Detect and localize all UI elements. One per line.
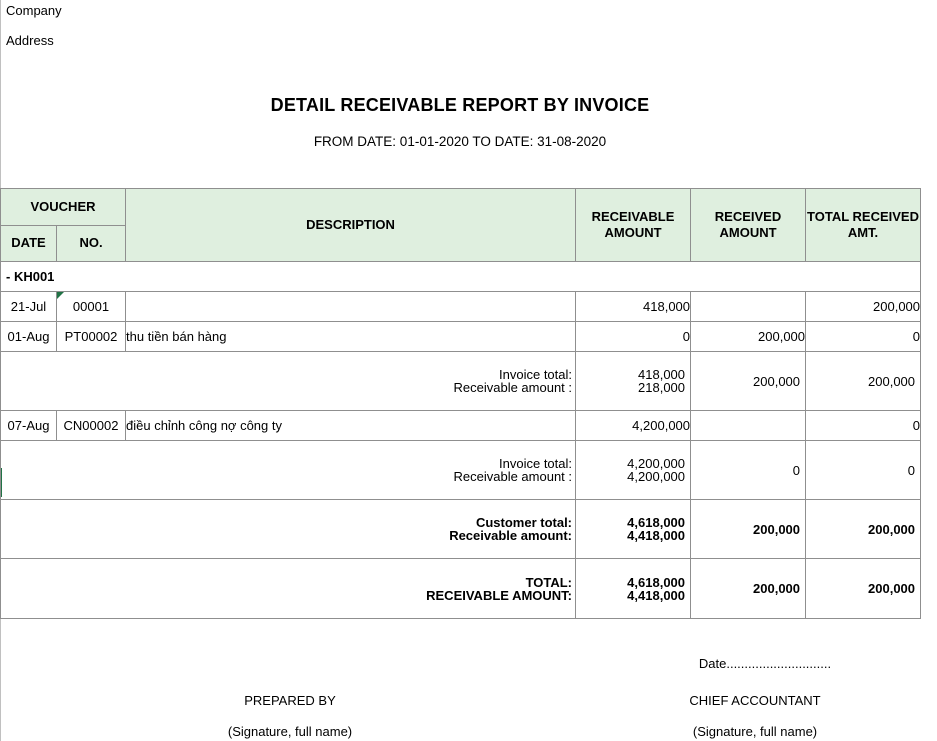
invoice-subtotal-block-1: Invoice total: Receivable amount : 418,0…: [1, 352, 921, 411]
signature-note-right: (Signature, full name): [595, 724, 915, 739]
voucher-date-cell[interactable]: 01-Aug: [1, 322, 57, 352]
header-voucher[interactable]: VOUCHER: [1, 189, 126, 226]
received-amount-cell[interactable]: [691, 292, 806, 322]
header-description[interactable]: DESCRIPTION: [126, 189, 576, 262]
grand-total-block: TOTAL: RECEIVABLE AMOUNT: 4,618,000 4,41…: [1, 559, 921, 619]
grand-receivable-amount-value: 4,418,000: [576, 589, 690, 602]
customer-total-block: Customer total: Receivable amount: 4,618…: [1, 500, 921, 559]
voucher-no-cell[interactable]: CN00002: [57, 411, 126, 441]
invoice-row-2: 07-Aug CN00002 điều chỉnh công nợ công t…: [1, 411, 921, 441]
subtotal-total-received-cell[interactable]: 0: [806, 441, 921, 500]
received-amount-cell[interactable]: 200,000: [691, 322, 806, 352]
receivable-amount-cell[interactable]: 0: [576, 322, 691, 352]
invoice-total-received: 0: [691, 464, 805, 477]
customer-group-row: - KH001: [1, 262, 921, 292]
header-voucher-no[interactable]: NO.: [57, 226, 126, 262]
subtotal-receivable-cell[interactable]: 4,200,000 4,200,000: [576, 441, 691, 500]
report-date-range: FROM DATE: 01-01-2020 TO DATE: 31-08-202…: [0, 134, 920, 149]
customer-total-total-received-cell[interactable]: 200,000: [806, 500, 921, 559]
grand-total-received: 200,000: [691, 582, 805, 595]
receivable-amount-label: Receivable amount :: [1, 381, 575, 394]
description-cell[interactable]: điều chỉnh công nợ công ty: [126, 411, 576, 441]
grand-total-receivable: 4,618,000: [576, 576, 690, 589]
voucher-no-value: 00001: [73, 299, 109, 314]
voucher-no-cell[interactable]: PT00002: [57, 322, 126, 352]
signature-note-left: (Signature, full name): [130, 724, 450, 739]
invoice-total-received: 200,000: [691, 375, 805, 388]
customer-code-cell[interactable]: - KH001: [1, 262, 921, 292]
subtotal-labels-cell[interactable]: Invoice total: Receivable amount :: [1, 352, 576, 411]
receivable-amount-value: 4,200,000: [576, 470, 690, 483]
subtotal-total-received-cell[interactable]: 200,000: [806, 352, 921, 411]
grand-total-received-cell[interactable]: 200,000: [691, 559, 806, 619]
description-cell[interactable]: thu tiền bán hàng: [126, 322, 576, 352]
grand-total-total-received-cell[interactable]: 200,000: [806, 559, 921, 619]
grand-total-labels-cell[interactable]: TOTAL: RECEIVABLE AMOUNT:: [1, 559, 576, 619]
report-page: Company Address DETAIL RECEIVABLE REPORT…: [0, 0, 937, 741]
payment-row-1: 01-Aug PT00002 thu tiền bán hàng 0 200,0…: [1, 322, 921, 352]
subtotal-received-cell[interactable]: 200,000: [691, 352, 806, 411]
customer-total-total-received: 200,000: [806, 523, 920, 536]
receivable-amount-value: 218,000: [576, 381, 690, 394]
company-label: Company: [6, 3, 62, 18]
chief-accountant-label: CHIEF ACCOUNTANT: [595, 693, 915, 708]
subtotal-labels-cell[interactable]: Invoice total: Receivable amount :: [1, 441, 576, 500]
customer-receivable-amount-value: 4,418,000: [576, 529, 690, 542]
customer-total-received-cell[interactable]: 200,000: [691, 500, 806, 559]
subtotal-receivable-cell[interactable]: 418,000 218,000: [576, 352, 691, 411]
signature-date-line: Date.............................: [600, 656, 930, 671]
total-received-cell[interactable]: 200,000: [806, 292, 921, 322]
customer-total-received: 200,000: [691, 523, 805, 536]
invoice-subtotal-block-2: Invoice total: Receivable amount : 4,200…: [1, 441, 921, 500]
total-received-cell[interactable]: 0: [806, 322, 921, 352]
invoice-total-total-received: 0: [806, 464, 920, 477]
grand-total-label: TOTAL:: [1, 576, 575, 589]
customer-total-labels-cell[interactable]: Customer total: Receivable amount:: [1, 500, 576, 559]
grand-receivable-label: RECEIVABLE AMOUNT:: [1, 589, 575, 602]
total-received-cell[interactable]: 0: [806, 411, 921, 441]
invoice-total-total-received: 200,000: [806, 375, 920, 388]
grand-total-total-received: 200,000: [806, 582, 920, 595]
invoice-row-1: 21-Jul 00001 418,000 200,000: [1, 292, 921, 322]
voucher-date-cell[interactable]: 07-Aug: [1, 411, 57, 441]
address-label: Address: [6, 33, 54, 48]
grand-total-receivable-cell[interactable]: 4,618,000 4,418,000: [576, 559, 691, 619]
subtotal-received-cell[interactable]: 0: [691, 441, 806, 500]
number-stored-as-text-flag-icon: [57, 292, 64, 299]
header-total-received-amt[interactable]: TOTAL RECEIVED AMT.: [806, 189, 921, 262]
receivable-amount-cell[interactable]: 418,000: [576, 292, 691, 322]
receivable-amount-label: Receivable amount :: [1, 470, 575, 483]
voucher-no-cell[interactable]: 00001: [57, 292, 126, 322]
header-voucher-date[interactable]: DATE: [1, 226, 57, 262]
prepared-by-label: PREPARED BY: [130, 693, 450, 708]
customer-receivable-label: Receivable amount:: [1, 529, 575, 542]
receivable-table: VOUCHER DESCRIPTION RECEIVABLE AMOUNT RE…: [0, 188, 921, 619]
customer-total-receivable-cell[interactable]: 4,618,000 4,418,000: [576, 500, 691, 559]
receivable-amount-cell[interactable]: 4,200,000: [576, 411, 691, 441]
header-receivable-amount[interactable]: RECEIVABLE AMOUNT: [576, 189, 691, 262]
voucher-date-cell[interactable]: 21-Jul: [1, 292, 57, 322]
header-received-amount[interactable]: RECEIVED AMOUNT: [691, 189, 806, 262]
description-cell[interactable]: [126, 292, 576, 322]
report-title: DETAIL RECEIVABLE REPORT BY INVOICE: [0, 95, 920, 116]
received-amount-cell[interactable]: [691, 411, 806, 441]
